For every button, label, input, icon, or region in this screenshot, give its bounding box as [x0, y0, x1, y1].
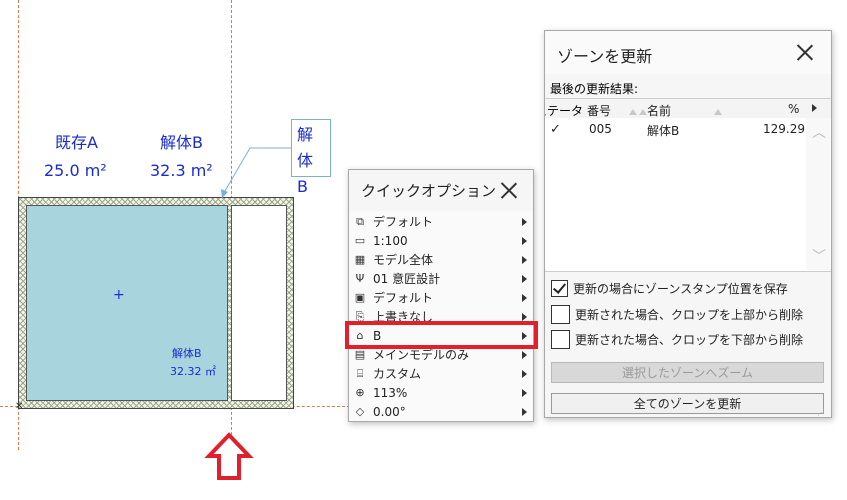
- scale-icon: ▭: [354, 234, 366, 247]
- crop-top-option[interactable]: 更新された場合、クロップを上部から削除: [551, 305, 803, 324]
- chevron-down-icon[interactable]: ﹀: [812, 246, 826, 266]
- scroll-right-icon[interactable]: [812, 104, 817, 112]
- zoom-to-selected-button[interactable]: 選択したゾーンへズーム: [551, 362, 824, 383]
- crop-bottom-option[interactable]: 更新された場合、クロップを下部から削除: [551, 330, 803, 349]
- submenu-arrow-icon: [522, 274, 527, 283]
- keep-stamp-position-option[interactable]: 更新の場合にゾーンスタンプ位置を保存: [551, 280, 788, 297]
- structure-icon: ▤: [354, 348, 366, 361]
- submenu-arrow-icon: [522, 350, 527, 359]
- results-scrollbar[interactable]: ︿ ﹀: [806, 118, 830, 270]
- keep-stamp-position-label: 更新の場合にゾーンスタンプ位置を保存: [573, 282, 788, 296]
- crop-top-label: 更新された場合、クロップを上部から削除: [575, 308, 804, 322]
- submenu-arrow-icon: [522, 236, 527, 245]
- quick-option-label: 01 意匠設計: [373, 272, 441, 286]
- quick-option-custom[interactable]: ⌸ カスタム: [349, 364, 532, 383]
- angle-icon: ◇: [355, 405, 365, 418]
- update-zones-title: ゾーンを更新: [557, 47, 653, 66]
- quick-option-model-view[interactable]: ▦ モデル全体: [349, 250, 532, 269]
- submenu-arrow-icon: [522, 312, 527, 321]
- up-arrow-icon: [204, 432, 254, 480]
- submenu-arrow-icon: [522, 369, 527, 378]
- row-number: 005: [589, 122, 612, 136]
- custom-icon: ⌸: [356, 366, 364, 380]
- quick-option-pen-set[interactable]: Ψ 01 意匠設計: [349, 269, 532, 288]
- quick-option-layer[interactable]: ⧉ デフォルト: [349, 212, 532, 231]
- quick-option-label: モデル全体: [373, 253, 434, 267]
- row-percent: 129.29: [763, 122, 805, 136]
- sort-indicator-icon: [627, 104, 647, 118]
- pen-icon: Ψ: [355, 272, 365, 285]
- column-header-number[interactable]: 番号: [587, 102, 611, 119]
- status-check-icon: ✓: [550, 122, 561, 137]
- quick-option-label: デフォルト: [373, 215, 434, 229]
- crop-bottom-checkbox[interactable]: [551, 330, 570, 349]
- quick-option-angle[interactable]: ◇ 0.00°: [349, 402, 532, 421]
- quick-option-label: 1:100: [373, 233, 408, 248]
- quick-options-title: クイックオプション: [361, 182, 497, 200]
- quick-option-label: 113%: [373, 385, 408, 400]
- zoom-icon: ⊕: [355, 386, 365, 399]
- chevron-up-icon[interactable]: ︿: [812, 122, 826, 142]
- quick-option-dimension[interactable]: ▣ デフォルト: [349, 288, 532, 307]
- column-header-percent[interactable]: %: [788, 102, 799, 116]
- svg-text:✕: ✕: [15, 401, 23, 412]
- quick-option-label: デフォルト: [373, 291, 434, 305]
- column-header-name[interactable]: 名前: [647, 102, 671, 119]
- keep-stamp-position-checkbox[interactable]: [551, 280, 568, 297]
- update-all-zones-button[interactable]: 全てのゾーンを更新: [551, 393, 824, 414]
- submenu-arrow-icon: [522, 255, 527, 264]
- quick-option-label: 0.00°: [373, 404, 406, 419]
- submenu-arrow-icon: [522, 217, 527, 226]
- highlight-box: [345, 321, 538, 349]
- column-header-status[interactable]: ステータス: [545, 102, 584, 118]
- quick-option-label: カスタム: [373, 367, 422, 381]
- quick-options-close-icon[interactable]: [500, 181, 518, 199]
- last-results-label: 最後の更新結果:: [550, 82, 639, 96]
- column-header-status-clip: ステータス: [545, 99, 584, 118]
- resize-grip-icon[interactable]: ⋰: [817, 408, 825, 417]
- layer-icon: ⧉: [356, 214, 364, 228]
- quick-option-zoom[interactable]: ⊕ 113%: [349, 383, 532, 402]
- crop-bottom-label: 更新された場合、クロップを下部から削除: [575, 333, 804, 347]
- submenu-arrow-icon: [522, 293, 527, 302]
- crop-top-checkbox[interactable]: [551, 305, 570, 324]
- submenu-arrow-icon: [522, 407, 527, 416]
- model-view-icon: ▦: [354, 253, 366, 266]
- sort-indicator-icon: [712, 104, 722, 118]
- quick-option-scale[interactable]: ▭ 1:100: [349, 231, 532, 250]
- update-zones-close-icon[interactable]: [796, 43, 814, 61]
- submenu-arrow-icon: [522, 388, 527, 397]
- dimension-icon: ▣: [354, 291, 366, 304]
- row-name: 解体B: [647, 124, 680, 138]
